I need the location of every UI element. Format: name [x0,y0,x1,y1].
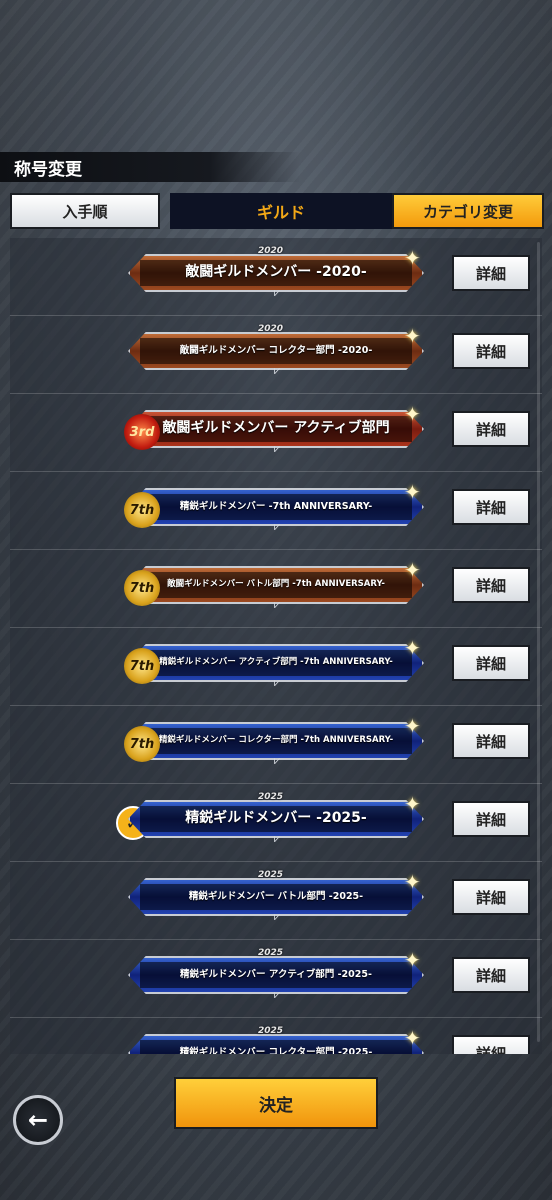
sparkle-icon: ✦ [404,480,421,504]
title-row[interactable]: 敵闘ギルドメンバー アクティブ部門 3rd ⩗ ✦ 詳細 [10,394,542,472]
anniversary-emblem-icon: 7th [124,492,160,528]
wing-ornament-icon: ⩗ [273,364,281,377]
year-tag: 2025 [258,792,284,802]
title-row[interactable]: 精鋭ギルドメンバー コレクター部門 -2025-2025⩗✦詳細 [10,1018,542,1054]
detail-button[interactable]: 詳細 [452,567,530,603]
title-row[interactable]: 敵闘ギルドメンバー バトル部門 -7th ANNIVERSARY- 7th ⩗ ✦ 詳細 [10,550,542,628]
wing-ornament-icon: ⩗ [273,754,281,767]
category-change-button[interactable]: カテゴリ変更 [392,193,544,229]
sort-order-button[interactable]: 入手順 [10,193,160,229]
wing-ornament-icon: ⩗ [273,520,281,533]
wing-ornament-icon: ⩗ [273,442,281,455]
title-text: 精鋭ギルドメンバー -2025- [185,810,367,827]
wing-ornament-icon: ⩗ [273,286,281,299]
year-tag: 2020 [258,246,284,256]
title-row[interactable]: 精鋭ギルドメンバー -7th ANNIVERSARY- 7th ⩗ ✦ 詳細 [10,472,542,550]
title-text: 敵闘ギルドメンバー アクティブ部門 [162,420,390,437]
page-title: 称号変更 [14,160,82,180]
detail-button[interactable]: 詳細 [452,801,530,837]
title-text: 精鋭ギルドメンバー バトル部門 -2025- [188,890,364,902]
sparkle-icon: ✦ [404,714,421,738]
title-row[interactable]: 精鋭ギルドメンバー コレクター部門 -7th ANNIVERSARY- 7th ⩗ ✦… [10,706,542,784]
title-list[interactable]: 敵闘ギルドメンバー -2020- 2020 ⩗ ✦ 詳細 敵闘ギルドメンバー コレクター部… [10,238,542,1054]
detail-button[interactable]: 詳細 [452,255,530,291]
wing-ornament-icon: ⩗ [273,910,281,923]
title-text: 敵闘ギルドメンバー -2020- [185,264,367,281]
detail-button[interactable]: 詳細 [452,723,530,759]
sparkle-icon: ✦ [404,792,421,816]
year-tag: 2025 [258,948,284,958]
anniversary-emblem-icon: 3rd [124,414,160,450]
anniversary-emblem-icon: 7th [124,570,160,606]
title-row[interactable]: 精鋭ギルドメンバー バトル部門 -2025- 2025 ⩗ ✦ 詳細 [10,862,542,940]
sparkle-icon: ✦ [404,870,421,894]
sparkle-icon: ✦ [404,246,421,270]
title-text: 敵闘ギルドメンバー バトル部門 -7th ANNIVERSARY- [167,579,385,590]
detail-button[interactable]: 詳細 [452,411,530,447]
detail-button[interactable]: 詳細 [452,879,530,915]
title-text: 精鋭ギルドメンバー アクティブ部門 -2025- [180,968,372,980]
detail-button[interactable]: 詳細 [452,333,530,369]
wing-ornament-icon: ⩗ [273,988,281,1001]
sparkle-icon: ✦ [404,324,421,348]
sparkle-icon: ✦ [404,636,421,660]
scrollbar[interactable] [537,242,540,1042]
title-text: 敵闘ギルドメンバー コレクター部門 -2020- [179,344,373,356]
year-tag: 2025 [258,1026,284,1036]
sparkle-icon: ✦ [404,558,421,582]
detail-button[interactable]: 詳細 [452,1035,530,1054]
confirm-button[interactable]: 決定 [174,1077,378,1129]
back-arrow-icon: ← [27,1106,49,1134]
year-tag: 2025 [258,870,284,880]
sparkle-icon: ✦ [404,1026,421,1050]
detail-button[interactable]: 詳細 [452,957,530,993]
active-category-label: ギルド [170,193,392,229]
title-text: 精鋭ギルドメンバー コレクター部門 -2025- [179,1046,373,1054]
sparkle-icon: ✦ [404,948,421,972]
title-row[interactable]: 敵闘ギルドメンバー コレクター部門 -2020- 2020 ⩗ ✦ 詳細 [10,316,542,394]
title-text: 精鋭ギルドメンバー アクティブ部門 -7th ANNIVERSARY- [159,657,393,668]
title-text: 精鋭ギルドメンバー コレクター部門 -7th ANNIVERSARY- [158,735,394,746]
year-tag: 2020 [258,324,284,334]
detail-button[interactable]: 詳細 [452,645,530,681]
title-row[interactable]: 精鋭ギルドメンバー アクティブ部門 -7th ANNIVERSARY- 7th ⩗ ✦… [10,628,542,706]
title-row[interactable]: ✓精鋭ギルドメンバー -2025-2025⩗✦詳細 [10,784,542,862]
wing-ornament-icon: ⩗ [273,598,281,611]
anniversary-emblem-icon: 7th [124,648,160,684]
detail-button[interactable]: 詳細 [452,489,530,525]
anniversary-emblem-icon: 7th [124,726,160,762]
title-row[interactable]: 精鋭ギルドメンバー アクティブ部門 -2025- 2025 ⩗ ✦ 詳細 [10,940,542,1018]
title-row[interactable]: 敵闘ギルドメンバー -2020- 2020 ⩗ ✦ 詳細 [10,238,542,316]
wing-ornament-icon: ⩗ [273,832,281,845]
title-text: 精鋭ギルドメンバー -7th ANNIVERSARY- [179,500,373,512]
title-banner[interactable]: 精鋭ギルドメンバー コレクター部門 -2025- [128,1034,424,1054]
wing-ornament-icon: ⩗ [273,676,281,689]
sparkle-icon: ✦ [404,402,421,426]
back-button[interactable]: ← [13,1095,63,1145]
